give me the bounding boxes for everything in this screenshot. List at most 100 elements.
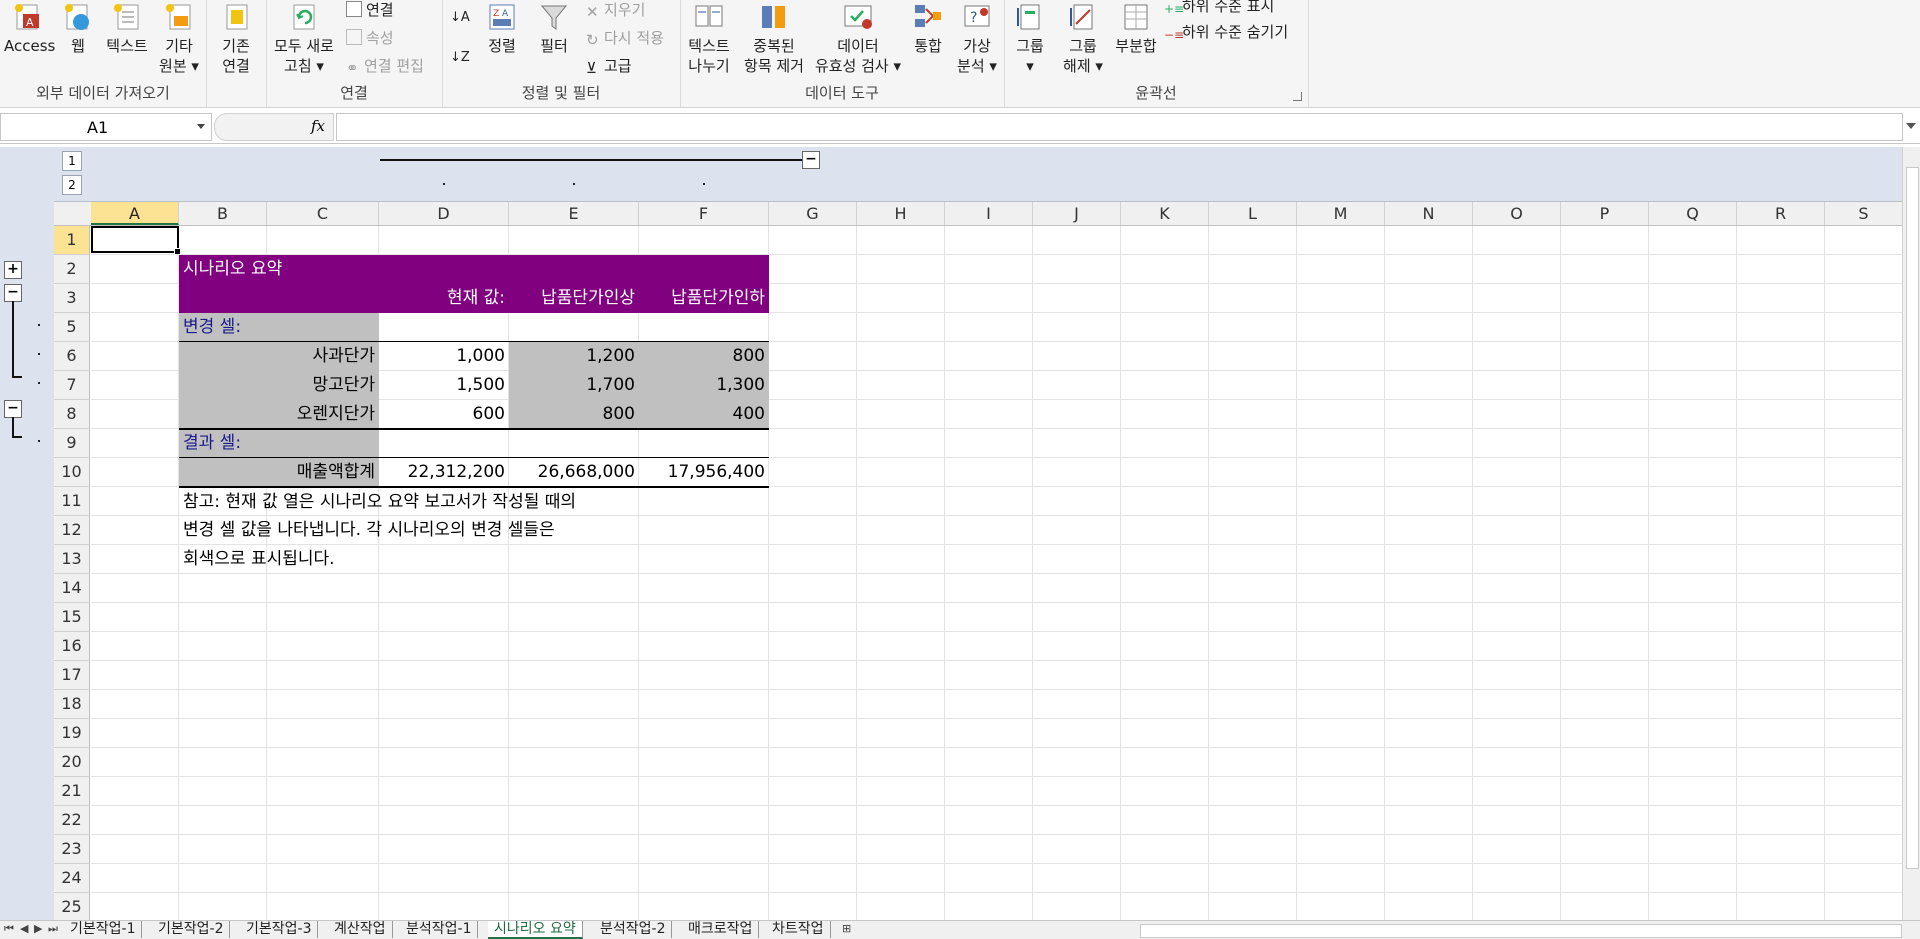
cell-b3[interactable] (179, 284, 379, 313)
name-box-dropdown-icon[interactable] (197, 124, 205, 129)
column-header-k[interactable]: K (1121, 202, 1209, 225)
tab-analysis-2[interactable]: 분석작업-2 (594, 921, 673, 938)
tab-next-icon[interactable]: ▶ (34, 922, 42, 935)
tab-analysis-1[interactable]: 분석작업-1 (400, 921, 479, 938)
row-header-2[interactable]: 2 (54, 255, 90, 284)
connections-button[interactable]: 연결 (346, 0, 394, 20)
column-header-d[interactable]: D (379, 202, 509, 225)
tab-calc[interactable]: 계산작업 (328, 921, 393, 938)
row-header-7[interactable]: 7 (54, 371, 90, 400)
cell-f3-down-header[interactable]: 납품단가인하 (639, 284, 769, 313)
row-header-3[interactable]: 3 (54, 284, 90, 313)
column-header-q[interactable]: Q (1649, 202, 1737, 225)
active-cell-a1[interactable] (91, 226, 181, 255)
cell-f7-down[interactable]: 1,300 (639, 371, 769, 400)
row-header-20[interactable]: 20 (54, 748, 90, 777)
web-button[interactable]: 웹 (60, 0, 96, 56)
vertical-scroll-thumb[interactable] (1906, 167, 1919, 869)
tab-basic-1[interactable]: 기본작업-1 (64, 921, 143, 938)
group-button[interactable]: 그룹 ▾ (1010, 0, 1050, 76)
row-header-6[interactable]: 6 (54, 342, 90, 371)
row-header-18[interactable]: 18 (54, 690, 90, 719)
cell-e7-up[interactable]: 1,700 (509, 371, 639, 400)
column-outline-level-1[interactable]: 1 (62, 151, 82, 171)
formula-input[interactable] (336, 113, 1903, 141)
cell-c8-name[interactable]: 오렌지단가 (179, 400, 379, 429)
row-header-16[interactable]: 16 (54, 632, 90, 661)
cell-b9-result-label[interactable]: 결과 셀: (179, 430, 379, 457)
row-header-24[interactable]: 24 (54, 864, 90, 893)
advanced-button[interactable]: ⊻ 고급 (586, 56, 632, 77)
row-header-13[interactable]: 13 (54, 545, 90, 574)
cell-b12-note[interactable]: 변경 셀 값을 나타냅니다. 각 시나리오의 변경 셀들은 (179, 516, 739, 545)
new-sheet-icon[interactable]: ⊞ (842, 922, 851, 935)
tab-prev-icon[interactable]: ◀ (20, 922, 28, 935)
row-expand-button[interactable]: + (4, 261, 22, 279)
row-header-5[interactable]: 5 (54, 313, 90, 342)
sort-ascending-button[interactable]: ↓A (450, 8, 470, 28)
properties-button[interactable]: 속성 (346, 28, 394, 48)
edit-links-button[interactable]: ⚭ 연결 편집 (346, 56, 424, 77)
column-header-b[interactable]: B (179, 202, 267, 225)
refresh-all-button[interactable]: 모두 새로 고침 ▾ (272, 0, 336, 76)
horizontal-scrollbar[interactable] (1140, 924, 1902, 938)
cell-b11-note[interactable]: 참고: 현재 값 열은 시나리오 요약 보고서가 작성될 때의 (179, 488, 739, 517)
column-header-g[interactable]: G (769, 202, 857, 225)
text-import-button[interactable]: 텍스트 (102, 0, 152, 56)
column-header-e[interactable]: E (509, 202, 639, 225)
tab-last-icon[interactable]: ⏭ (48, 922, 58, 936)
row-collapse-button-changing[interactable]: − (4, 284, 22, 302)
row-header-25[interactable]: 25 (54, 893, 90, 920)
column-header-i[interactable]: I (945, 202, 1033, 225)
other-sources-button[interactable]: 기타 원본 ▾ (156, 0, 202, 76)
column-header-n[interactable]: N (1385, 202, 1473, 225)
cell-c6-name[interactable]: 사과단가 (179, 342, 379, 371)
clear-button[interactable]: ✕ 지우기 (586, 0, 645, 21)
sort-descending-button[interactable]: ↓Z (450, 48, 470, 68)
cell-c10-result-name[interactable]: 매출액합계 (179, 458, 379, 487)
column-header-l[interactable]: L (1209, 202, 1297, 225)
row-header-23[interactable]: 23 (54, 835, 90, 864)
reapply-button[interactable]: ↻ 다시 적용 (586, 28, 664, 49)
cell-e8-up[interactable]: 800 (509, 400, 639, 429)
text-to-columns-button[interactable]: 텍스트 나누기 (684, 0, 734, 76)
remove-duplicates-button[interactable]: 중복된 항목 제거 (736, 0, 812, 76)
column-header-h[interactable]: H (857, 202, 945, 225)
outline-dialog-launcher[interactable] (1293, 92, 1302, 101)
column-outline-level-2[interactable]: 2 (62, 175, 82, 195)
cell-d6-current[interactable]: 1,000 (379, 342, 509, 371)
cell-area[interactable]: 시나리오 요약 현재 값: 납품단가인상 납품단가인하 변경 셀: 사과단가 1… (91, 226, 1902, 920)
tab-scenario-summary[interactable]: 시나리오 요약 (488, 921, 583, 939)
column-header-j[interactable]: J (1033, 202, 1121, 225)
tab-macro[interactable]: 매크로작업 (682, 921, 760, 938)
filter-button[interactable]: 필터 (534, 0, 574, 56)
row-header-10[interactable]: 10 (54, 458, 90, 487)
row-header-9[interactable]: 9 (54, 429, 90, 458)
row-collapse-button-result[interactable]: − (4, 400, 22, 418)
what-if-analysis-button[interactable]: ? 가상 분석 ▾ (952, 0, 1002, 76)
insert-function-icon[interactable]: fx (311, 117, 325, 135)
ungroup-button[interactable]: 그룹 해제 ▾ (1058, 0, 1108, 76)
subtotal-button[interactable]: 부분합 (1110, 0, 1162, 56)
name-box[interactable]: A1 (0, 113, 212, 141)
column-header-p[interactable]: P (1561, 202, 1649, 225)
cell-b13-note[interactable]: 회색으로 표시됩니다. (179, 545, 739, 574)
cell-c7-name[interactable]: 망고단가 (179, 371, 379, 400)
cell-d8-current[interactable]: 600 (379, 400, 509, 429)
column-header-o[interactable]: O (1473, 202, 1561, 225)
consolidate-button[interactable]: 통합 (904, 0, 952, 56)
existing-connections-button[interactable]: 기존 연결 (212, 0, 260, 76)
column-header-s[interactable]: S (1825, 202, 1902, 225)
access-button[interactable]: A Access (4, 0, 55, 56)
row-header-1[interactable]: 1 (54, 226, 90, 255)
tab-basic-2[interactable]: 기본작업-2 (152, 921, 231, 938)
row-header-19[interactable]: 19 (54, 719, 90, 748)
column-collapse-button[interactable]: − (802, 151, 820, 169)
cell-b5-changing-label[interactable]: 변경 셀: (179, 313, 379, 342)
tab-basic-3[interactable]: 기본작업-3 (240, 921, 319, 938)
cell-f6-down[interactable]: 800 (639, 342, 769, 371)
row-header-21[interactable]: 21 (54, 777, 90, 806)
row-header-11[interactable]: 11 (54, 487, 90, 516)
show-detail-button[interactable]: +≡하위 수준 표시 (1164, 0, 1274, 16)
column-header-r[interactable]: R (1737, 202, 1825, 225)
